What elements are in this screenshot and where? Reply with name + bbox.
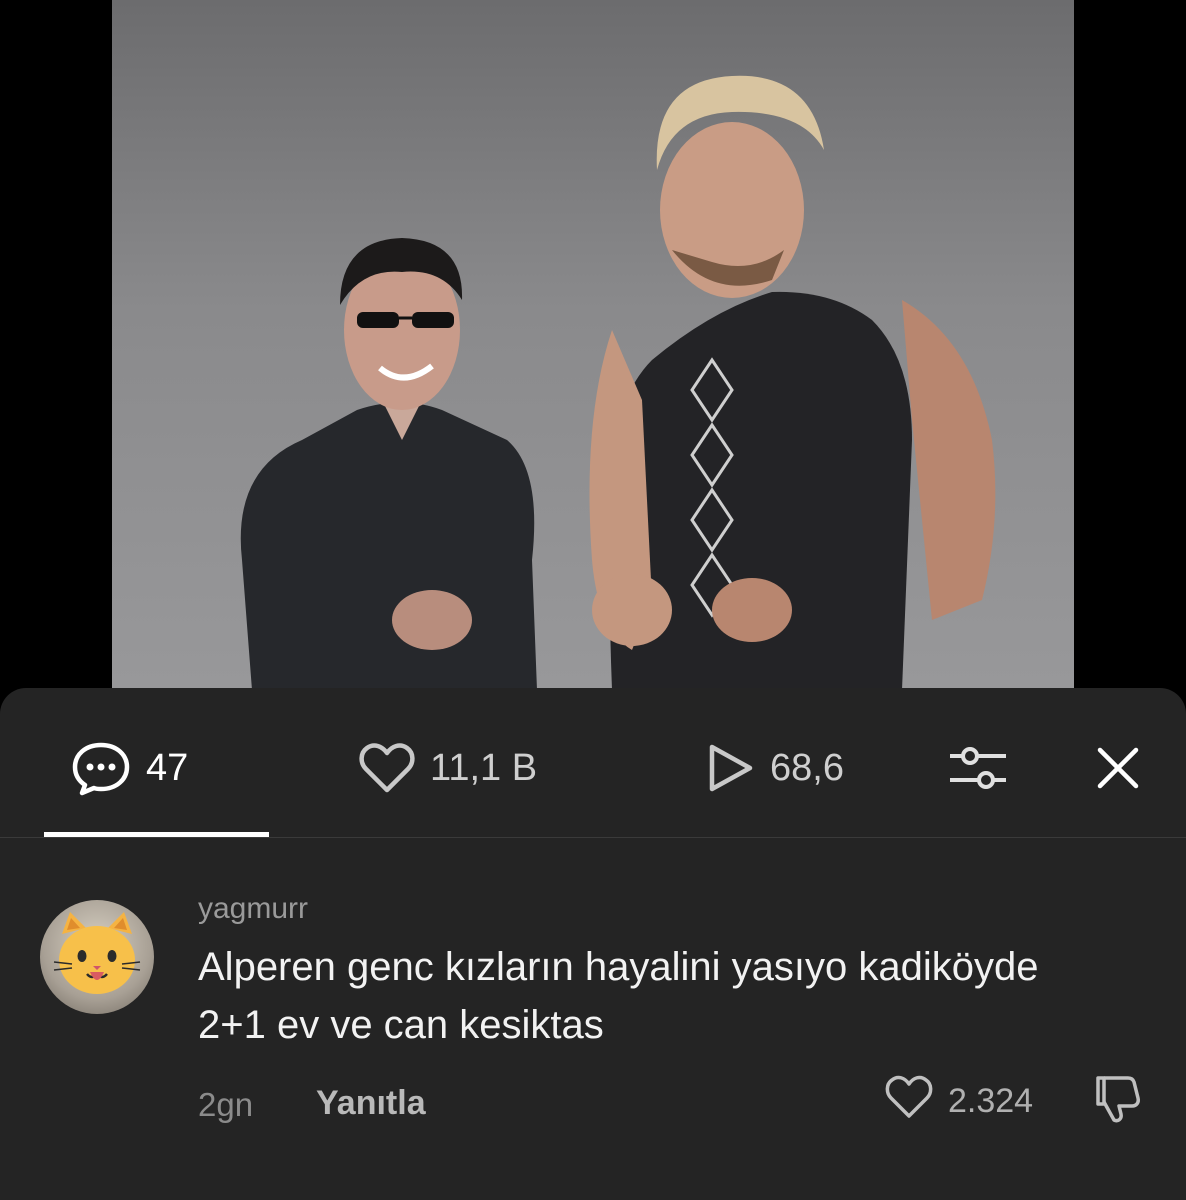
comment-bubble-icon [70, 740, 132, 796]
video-area[interactable] [0, 0, 1186, 700]
heart-icon [884, 1074, 934, 1129]
views-count: 68,6 [770, 746, 844, 789]
person-left-figure [240, 238, 537, 690]
filter-button[interactable] [948, 740, 1008, 796]
comments-toolbar: 47 11,1 B 68,6 [0, 688, 1186, 838]
comment-time: 2gn [198, 1086, 254, 1123]
cat-face-emoji-icon [53, 912, 141, 994]
thumbs-down-icon [1088, 1076, 1144, 1132]
close-button[interactable] [1096, 740, 1140, 796]
tab-likes[interactable]: 11,1 B [358, 740, 537, 796]
person-right-figure [589, 75, 996, 690]
comment-like-count: 2.324 [948, 1082, 1034, 1120]
sliders-icon [948, 742, 1008, 794]
heart-icon [358, 742, 416, 794]
comments-count: 47 [146, 746, 189, 789]
play-icon [706, 742, 756, 794]
video-frame-image [240, 75, 996, 690]
comments-sheet: 47 11,1 B 68,6 yagmurr Alperen genc kızl… [0, 688, 1186, 1200]
video-player[interactable] [112, 0, 1074, 690]
tab-views[interactable]: 68,6 [706, 740, 844, 796]
comment-dislike-button[interactable] [1088, 1072, 1144, 1133]
comment-text: Alperen genc kızların hayalini yasıyo ka… [198, 945, 1039, 1047]
reply-button[interactable]: Yanıtla [316, 1084, 426, 1123]
comment-like-button[interactable]: 2.324 [884, 1074, 1033, 1129]
tab-comments[interactable]: 47 [70, 740, 188, 796]
comment-item: yagmurr Alperen genc kızların hayalini y… [0, 838, 1186, 1200]
close-icon [1096, 746, 1140, 790]
comment-username[interactable]: yagmurr [198, 892, 308, 926]
likes-count: 11,1 B [430, 746, 538, 789]
avatar[interactable] [40, 900, 154, 1014]
